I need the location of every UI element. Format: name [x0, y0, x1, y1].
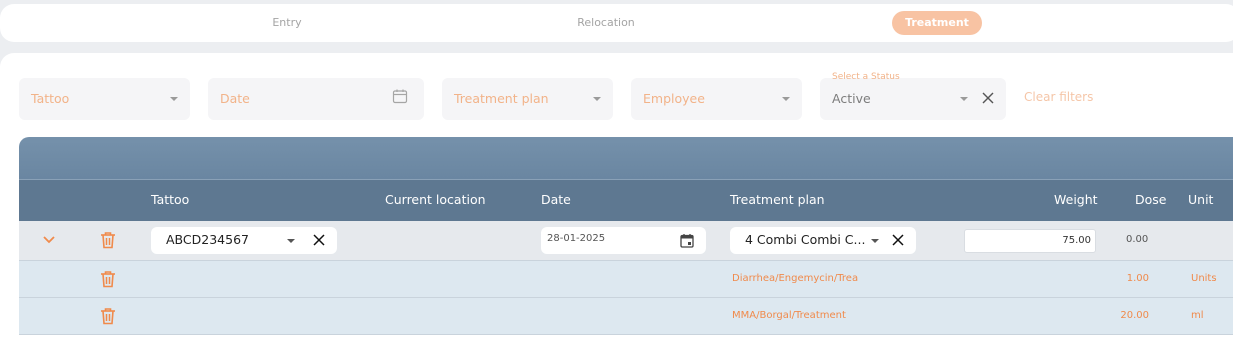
close-icon[interactable] [982, 92, 994, 104]
tattoo-value: ABCD234567 [166, 232, 249, 247]
trash-icon[interactable] [100, 231, 116, 249]
dropdown-caret-icon [170, 97, 178, 101]
tab-entry[interactable]: Entry [247, 11, 327, 35]
close-icon[interactable] [892, 234, 904, 246]
dose-value: 0.00 [1126, 234, 1149, 245]
close-icon[interactable] [313, 234, 325, 246]
employee-filter[interactable]: Employee [631, 78, 802, 120]
weight-input[interactable]: 75.00 [964, 229, 1096, 253]
weight-value: 75.00 [1062, 235, 1091, 246]
tattoo-filter[interactable]: Tattoo [19, 78, 190, 120]
status-filter-value: Active [832, 91, 871, 106]
trash-icon[interactable] [100, 307, 116, 325]
clear-filters-link[interactable]: Clear filters [1024, 90, 1093, 104]
dropdown-caret-icon [593, 97, 601, 101]
chevron-down-icon[interactable] [42, 235, 56, 245]
sub-unit: Units [1191, 273, 1217, 284]
tab-treatment[interactable]: Treatment [892, 11, 982, 35]
sub-treatment-plan: Diarrhea/Engemycin/Trea [732, 273, 859, 284]
treatment-plan-filter[interactable]: Treatment plan [442, 78, 613, 120]
treatment-plan-select[interactable]: 4 Combi Combi C... [730, 227, 916, 254]
sub-treatment-plan: MMA/Borgal/Treatment [732, 310, 846, 321]
date-filter[interactable]: Date [208, 78, 424, 120]
date-value: 28-01-2025 [547, 233, 606, 244]
column-header-date[interactable]: Date [541, 192, 571, 207]
dropdown-caret-icon [871, 239, 879, 243]
tattoo-select[interactable]: ABCD234567 [151, 227, 337, 254]
status-filter[interactable]: Select a Status Active [820, 72, 1006, 120]
employee-filter-placeholder: Employee [643, 91, 705, 106]
table-row: MMA/Borgal/Treatment 20.00 ml [19, 298, 1233, 335]
step-tabs: Entry Relocation Treatment [0, 4, 1233, 42]
table-header: Tattoo Current location Date Treatment p… [19, 179, 1233, 221]
column-header-tattoo[interactable]: Tattoo [151, 192, 189, 207]
column-header-dose[interactable]: Dose [1135, 192, 1166, 207]
column-header-treatment-plan[interactable]: Treatment plan [730, 192, 825, 207]
treatment-plan-filter-placeholder: Treatment plan [454, 91, 549, 106]
trash-icon[interactable] [100, 270, 116, 288]
treatment-plan-value: 4 Combi Combi C... [745, 232, 866, 247]
dropdown-caret-icon [287, 239, 295, 243]
sub-dose: 1.00 [1126, 273, 1149, 284]
main-card: Tattoo Date Treatment plan Employee Sele… [0, 53, 1233, 338]
status-filter-label: Select a Status [832, 72, 900, 82]
sub-unit: ml [1191, 310, 1204, 321]
date-filter-placeholder: Date [220, 91, 250, 106]
column-header-unit[interactable]: Unit [1188, 192, 1213, 207]
date-input[interactable]: 28-01-2025 [541, 227, 706, 254]
sub-dose: 20.00 [1120, 310, 1149, 321]
table-toolbar [19, 137, 1233, 179]
tab-relocation[interactable]: Relocation [560, 11, 652, 35]
table-row: ABCD234567 28-01-2025 4 Combi Combi C... [19, 221, 1233, 261]
table-row: Diarrhea/Engemycin/Trea 1.00 Units [19, 261, 1233, 298]
tattoo-filter-placeholder: Tattoo [31, 91, 70, 106]
calendar-icon[interactable] [680, 233, 694, 248]
dropdown-caret-icon [782, 97, 790, 101]
column-header-weight[interactable]: Weight [1054, 192, 1098, 207]
dropdown-caret-icon [960, 97, 968, 101]
calendar-icon[interactable] [392, 88, 408, 104]
column-header-current-location[interactable]: Current location [385, 192, 486, 207]
